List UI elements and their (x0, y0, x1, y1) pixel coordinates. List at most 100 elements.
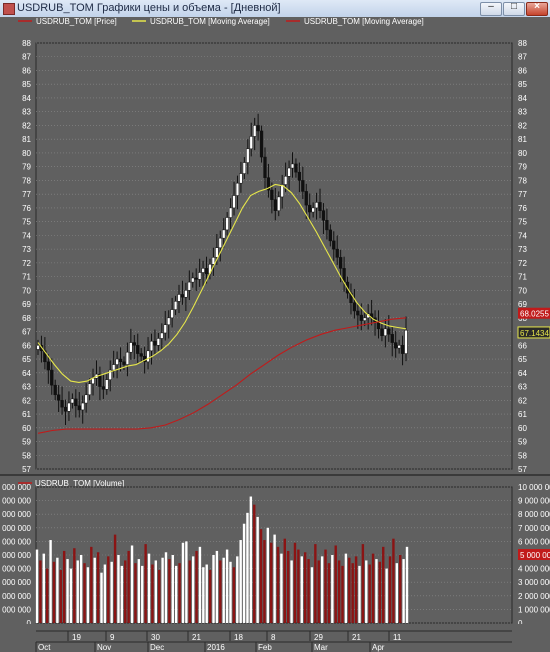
price-tick-right: 80 (518, 149, 527, 158)
price-tick-right: 61 (518, 410, 527, 419)
volume-tick-left: 6 000 000 (0, 537, 32, 546)
candle (118, 358, 123, 363)
volume-bar (35, 549, 39, 623)
price-tick-right: 63 (518, 383, 527, 392)
price-tick-left: 75 (22, 218, 31, 227)
candle (263, 156, 267, 178)
volume-tick-right: 9 000 000 (518, 497, 550, 506)
volume-bar (388, 556, 392, 623)
candle (376, 321, 381, 330)
price-tick-left: 72 (22, 259, 31, 268)
candle (321, 210, 326, 221)
price-tick-left: 80 (22, 149, 31, 158)
price-tick-left: 69 (22, 300, 31, 309)
price-tick-left: 60 (22, 424, 31, 433)
volume-bar (195, 550, 198, 623)
candle (287, 167, 291, 177)
volume-tick-right: 6 000 000 (518, 537, 550, 546)
volume-bar (348, 557, 351, 623)
price-tick-left: 85 (22, 80, 31, 89)
x-day-label: 21 (192, 633, 201, 642)
volume-bar (273, 534, 276, 623)
volume-bar (52, 561, 56, 623)
price-tick-right: 66 (518, 341, 527, 350)
price-tick-left: 58 (22, 451, 31, 460)
candle (125, 351, 130, 365)
price-tick-left: 81 (22, 135, 31, 144)
volume-bar (341, 565, 344, 623)
volume-bar (191, 556, 195, 623)
volume-bar (320, 556, 324, 623)
candle (380, 328, 384, 336)
volume-bar (242, 523, 246, 623)
price-tick-right: 70 (518, 286, 527, 295)
x-month-label: 2016 (207, 643, 225, 652)
volume-tick-right: 2 000 000 (518, 592, 550, 601)
price-tick-left: 76 (22, 204, 31, 213)
volume-bar (297, 549, 300, 623)
volume-bar (168, 559, 171, 623)
volume-tick-right: 7 000 000 (518, 524, 550, 533)
price-tick-right: 82 (518, 121, 527, 130)
volume-bar (310, 567, 314, 623)
minimize-button[interactable]: – (480, 1, 502, 16)
volume-bar (215, 550, 219, 623)
volume-bar (42, 553, 45, 623)
volume-bar (83, 563, 86, 623)
candle (46, 361, 50, 371)
candle (390, 334, 394, 343)
price-tick-left: 77 (22, 190, 31, 199)
candle (335, 248, 339, 258)
candle (256, 125, 260, 132)
price-tick-left: 57 (22, 465, 31, 474)
candle (36, 345, 40, 350)
chart-area[interactable]: 57 57 58 58 59 59 60 60 61 61 62 62 63 63 64 64 65 65 66 66… (0, 17, 550, 652)
price-tick-right: 59 (518, 438, 527, 447)
volume-bar (303, 552, 307, 623)
price-tick-right: 86 (518, 66, 527, 75)
restore-button[interactable]: □ (503, 1, 525, 16)
volume-bar (259, 529, 263, 623)
candle (56, 394, 61, 401)
candle (325, 220, 329, 231)
volume-bar (56, 557, 59, 623)
volume-tick-left: 9 000 000 (0, 497, 32, 506)
price-tick-left: 74 (22, 231, 31, 240)
candle (170, 309, 174, 319)
volume-bar (263, 540, 266, 623)
close-button[interactable]: × (526, 1, 548, 16)
volume-bar (62, 550, 66, 623)
volume-bar (358, 565, 361, 623)
candle (53, 384, 57, 396)
window-titlebar: USDRUB_TOM Графики цены и объема - [Днев… (0, 0, 550, 18)
volume-bar (117, 555, 120, 623)
candle (259, 130, 264, 158)
price-tick-left: 61 (22, 410, 31, 419)
candle (211, 257, 216, 265)
candle (177, 294, 181, 302)
x-month-label: Oct (38, 643, 51, 652)
candle (197, 272, 202, 280)
volume-bar (141, 565, 144, 623)
price-tick-left: 67 (22, 328, 31, 337)
price-tick-right: 73 (518, 245, 527, 254)
volume-bar (103, 564, 107, 623)
candle (87, 383, 92, 396)
candle (294, 163, 298, 173)
volume-bar (229, 561, 232, 623)
volume-tick-left: 7 000 000 (0, 524, 32, 533)
candle (397, 345, 401, 349)
volume-bar (314, 544, 317, 623)
candle (184, 290, 188, 298)
volume-bar (130, 545, 134, 623)
price-tick-right: 71 (518, 273, 527, 282)
volume-bar (113, 534, 117, 623)
volume-tick-left: 2 000 000 (0, 592, 32, 601)
candle (50, 369, 54, 386)
candle (228, 207, 233, 218)
x-month-label: Dec (150, 643, 164, 652)
price-tick-right: 64 (518, 369, 527, 378)
volume-tick-right: 1 000 000 (518, 605, 550, 614)
price-tick-left: 68 (22, 314, 31, 323)
volume-bar (127, 550, 130, 623)
